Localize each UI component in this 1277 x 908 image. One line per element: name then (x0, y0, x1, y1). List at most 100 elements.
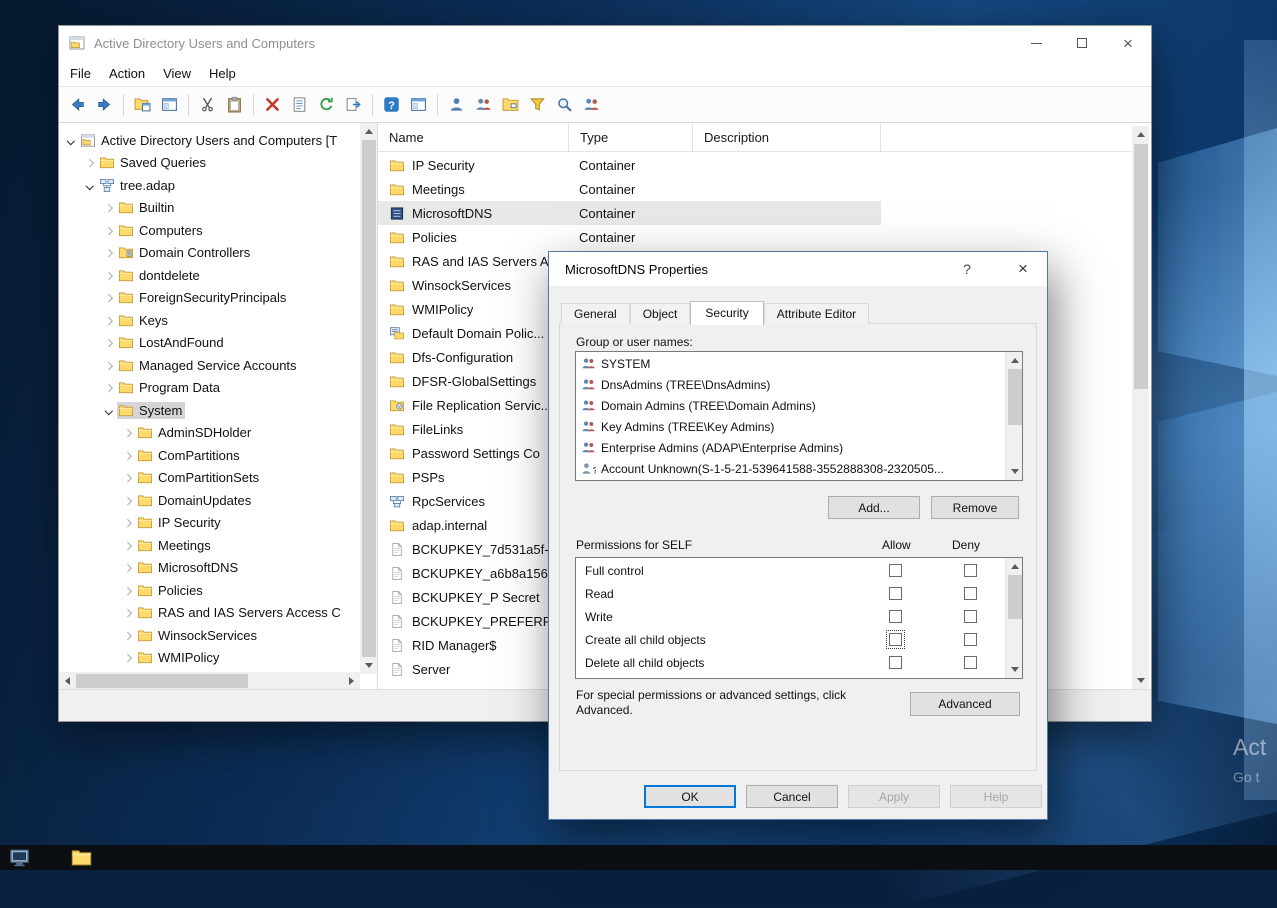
group-item-account-unknown-s-1-5-21-539641588-35528[interactable]: ?Account Unknown(S-1-5-21-539641588-3552… (576, 458, 1005, 479)
permissions-list[interactable]: Full controlReadWriteCreate all child ob… (575, 557, 1023, 679)
tab-attribute-editor[interactable]: Attribute Editor (764, 303, 869, 324)
toggle-console-tree-icon[interactable] (129, 92, 156, 118)
deny-checkbox-full-control[interactable] (964, 564, 977, 577)
tab-object[interactable]: Object (630, 303, 691, 324)
list-item-meetings[interactable]: MeetingsContainer (378, 177, 1131, 201)
column-header-description[interactable]: Description (693, 123, 881, 152)
list-vertical-scrollbar[interactable] (1132, 126, 1149, 689)
permissions-scrollbar[interactable] (1005, 558, 1022, 678)
close-button[interactable]: × (1105, 26, 1151, 60)
export-list-icon[interactable] (340, 92, 367, 118)
tree-vertical-scrollbar[interactable] (360, 123, 377, 674)
list-item-ip-security[interactable]: IP SecurityContainer (378, 153, 1131, 177)
tree-item-ras-and-ias-servers-access-c[interactable]: RAS and IAS Servers Access C (59, 602, 359, 625)
taskbar-console-icon[interactable] (9, 847, 30, 868)
scroll-down-icon[interactable] (1006, 463, 1023, 480)
taskbar[interactable] (0, 845, 1277, 870)
expander-icon[interactable] (101, 222, 117, 238)
tree-item-microsoftdns[interactable]: MicrosoftDNS (59, 557, 359, 580)
group-item-system[interactable]: SYSTEM (576, 353, 1005, 374)
tree-item-computers[interactable]: Computers (59, 219, 359, 242)
scroll-down-icon[interactable] (360, 657, 377, 674)
expander-icon[interactable] (120, 537, 136, 553)
set-filter-icon[interactable] (524, 92, 551, 118)
tree-item-domain-controllers[interactable]: Domain Controllers (59, 242, 359, 265)
allow-checkbox-create-all-child-objects[interactable] (889, 633, 902, 646)
tree-hscrollbar-thumb[interactable] (76, 674, 248, 688)
dialog-title-bar[interactable]: MicrosoftDNS Properties ? × (549, 252, 1047, 286)
permissions-scrollbar-thumb[interactable] (1008, 575, 1022, 619)
new-window-icon[interactable] (405, 92, 432, 118)
forward-icon[interactable] (91, 92, 118, 118)
expander-icon[interactable] (101, 357, 117, 373)
tree-item-saved-queries[interactable]: Saved Queries (59, 152, 359, 175)
menu-view[interactable]: View (154, 60, 200, 86)
create-group-icon[interactable] (470, 92, 497, 118)
apply-button[interactable]: Apply (848, 785, 940, 808)
allow-checkbox-read[interactable] (889, 587, 902, 600)
expander-icon[interactable] (120, 650, 136, 666)
expander-icon[interactable] (82, 177, 98, 193)
tree-item-program-data[interactable]: Program Data (59, 377, 359, 400)
scroll-left-icon[interactable] (59, 672, 76, 689)
expander-icon[interactable] (101, 402, 117, 418)
tab-general[interactable]: General (561, 303, 630, 324)
deny-checkbox-delete-all-child-objects[interactable] (964, 656, 977, 669)
expander-icon[interactable] (101, 380, 117, 396)
expander-icon[interactable] (101, 290, 117, 306)
tree-item-system[interactable]: System (59, 399, 359, 422)
list-item-policies[interactable]: PoliciesContainer (378, 225, 1131, 249)
tree-item-compartitionsets[interactable]: ComPartitionSets (59, 467, 359, 490)
help-icon[interactable]: ? (378, 92, 405, 118)
group-scrollbar-thumb[interactable] (1008, 369, 1022, 425)
allow-checkbox-write[interactable] (889, 610, 902, 623)
tree-item-policies[interactable]: Policies (59, 579, 359, 602)
tree-item-meetings[interactable]: Meetings (59, 534, 359, 557)
delete-icon[interactable] (259, 92, 286, 118)
scroll-up-icon[interactable] (1132, 126, 1149, 143)
tree-item-active-directory-users-and-computers-t[interactable]: Active Directory Users and Computers [T (59, 129, 359, 152)
expander-icon[interactable] (101, 312, 117, 328)
list-scrollbar-thumb[interactable] (1134, 144, 1148, 389)
taskbar-explorer-icon[interactable] (71, 847, 92, 868)
expander-icon[interactable] (101, 267, 117, 283)
expander-icon[interactable] (120, 605, 136, 621)
group-item-dnsadmins-tree-dnsadmins[interactable]: DnsAdmins (TREE\DnsAdmins) (576, 374, 1005, 395)
ok-button[interactable]: OK (644, 785, 736, 808)
tree-scrollbar-thumb[interactable] (362, 140, 376, 657)
expander-icon[interactable] (82, 155, 98, 171)
expander-icon[interactable] (120, 627, 136, 643)
back-icon[interactable] (64, 92, 91, 118)
menu-action[interactable]: Action (100, 60, 154, 86)
column-header-type[interactable]: Type (569, 123, 693, 152)
tab-security[interactable]: Security (690, 301, 763, 325)
delegate-icon[interactable] (578, 92, 605, 118)
tree-item-lostandfound[interactable]: LostAndFound (59, 332, 359, 355)
group-item-enterprise-admins-adap-enterprise-admins[interactable]: Enterprise Admins (ADAP\Enterprise Admin… (576, 437, 1005, 458)
create-ou-icon[interactable] (497, 92, 524, 118)
group-item-domain-admins-tree-domain-admins[interactable]: Domain Admins (TREE\Domain Admins) (576, 395, 1005, 416)
advanced-button[interactable]: Advanced (910, 692, 1020, 716)
expander-icon[interactable] (120, 447, 136, 463)
minimize-button[interactable] (1013, 26, 1059, 60)
title-bar[interactable]: Active Directory Users and Computers × (59, 26, 1151, 60)
expander-icon[interactable] (120, 582, 136, 598)
cancel-button[interactable]: Cancel (746, 785, 838, 808)
deny-checkbox-write[interactable] (964, 610, 977, 623)
refresh-icon[interactable] (313, 92, 340, 118)
tree-item-tree-adap[interactable]: tree.adap (59, 174, 359, 197)
tree-item-keys[interactable]: Keys (59, 309, 359, 332)
scroll-down-icon[interactable] (1132, 672, 1149, 689)
scroll-up-icon[interactable] (1006, 558, 1023, 575)
toggle-detail-pane-icon[interactable] (156, 92, 183, 118)
maximize-button[interactable] (1059, 26, 1105, 60)
scroll-right-icon[interactable] (343, 672, 360, 689)
expander-icon[interactable] (63, 132, 79, 148)
tree-item-dontdelete[interactable]: dontdelete (59, 264, 359, 287)
scroll-down-icon[interactable] (1006, 661, 1023, 678)
tree-item-domainupdates[interactable]: DomainUpdates (59, 489, 359, 512)
allow-checkbox-full-control[interactable] (889, 564, 902, 577)
list-item-microsoftdns[interactable]: MicrosoftDNSContainer (378, 201, 1131, 225)
expander-icon[interactable] (120, 560, 136, 576)
deny-checkbox-read[interactable] (964, 587, 977, 600)
